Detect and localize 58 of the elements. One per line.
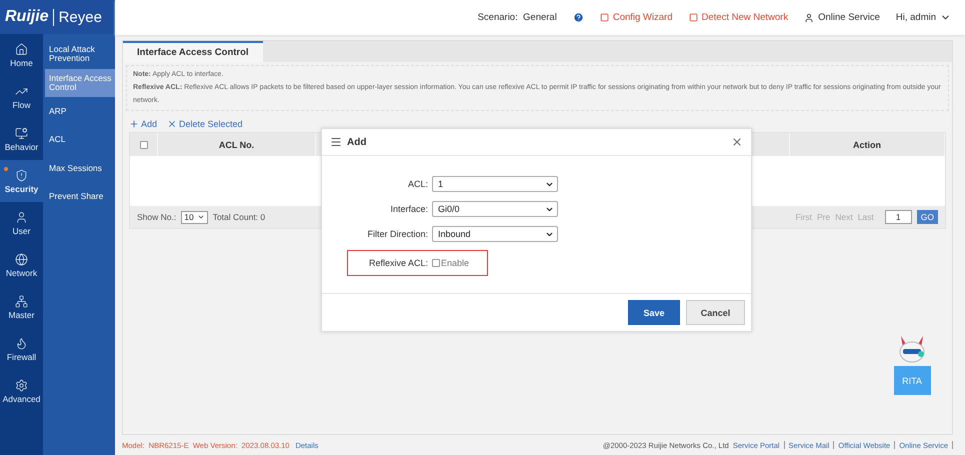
nav-item[interactable]: Network (0, 244, 43, 286)
close-icon (167, 119, 178, 129)
show-label: Show No.: (137, 212, 176, 222)
tab[interactable]: Interface Access Control (123, 41, 263, 62)
go-button[interactable]: GO (916, 210, 938, 224)
plus-icon (129, 119, 139, 129)
field-label: ACL: (406, 179, 428, 189)
detect-network-link[interactable]: Detect New Network (688, 12, 788, 23)
user-icon (804, 12, 814, 22)
submenu-item[interactable]: ARP (45, 97, 115, 126)
delete-selected-button[interactable]: Delete Selected (167, 119, 243, 129)
online-service-link[interactable]: Online Service (804, 12, 880, 23)
shield-alert-icon (15, 168, 28, 182)
submenu-item[interactable]: ACL (45, 126, 115, 154)
field-label: Interface: (389, 204, 428, 214)
submenu-item[interactable]: Prevent Share (45, 182, 115, 211)
menu-icon (330, 136, 342, 148)
enable-checkbox[interactable]: Enable (432, 258, 470, 268)
config-wizard-link[interactable]: Config Wizard (600, 12, 672, 23)
field-label: Reflexive ACL: (368, 258, 428, 268)
monitor-gear-icon (15, 126, 28, 140)
submenu-item[interactable]: Max Sessions (45, 154, 115, 182)
brand-logo: Ruijie (5, 8, 49, 26)
nav-item[interactable]: Advanced (0, 370, 43, 412)
scenario-text: Scenario: General (478, 12, 557, 23)
help-icon[interactable] (572, 12, 584, 23)
chevron-down-icon (196, 213, 205, 221)
page-input[interactable]: 1 (884, 210, 912, 224)
submenu-item[interactable]: Local Attack Prevention (45, 40, 115, 68)
select-all-checkbox[interactable] (140, 140, 148, 148)
nav-item[interactable]: User (0, 202, 43, 244)
nav-item[interactable]: Firewall (0, 328, 43, 370)
total-count: Total Count: 0 (212, 212, 266, 222)
home-icon (15, 42, 28, 56)
user-icon (15, 210, 28, 224)
select-field[interactable]: Gi0/0 (432, 201, 558, 217)
save-button[interactable]: Save (628, 300, 680, 325)
add-button[interactable]: Add (129, 119, 158, 129)
settings-icon (15, 378, 28, 392)
select-field[interactable]: Inbound (432, 226, 558, 242)
select-field[interactable]: 1 (432, 176, 558, 192)
field-label: Filter Direction: (366, 229, 428, 239)
hierarchy-icon (15, 294, 28, 308)
dialog-title: Add (347, 136, 368, 148)
nav-item[interactable]: Master (0, 286, 43, 328)
column-header: ACL No. (158, 133, 316, 156)
cancel-button[interactable]: Cancel (686, 300, 745, 325)
close-icon[interactable] (731, 136, 743, 148)
nav-item[interactable]: Security (0, 160, 43, 202)
globe-icon (15, 252, 28, 266)
nav-item[interactable]: Flow (0, 76, 43, 118)
page-size-select[interactable]: 10 (181, 210, 208, 224)
user-menu[interactable]: Hi, admin (896, 12, 951, 23)
nav-item[interactable]: Home (0, 34, 43, 76)
sub-brand-logo: Reyee (52, 8, 102, 26)
column-header: Action (790, 133, 945, 156)
flame-icon (15, 336, 28, 350)
nav-item[interactable]: Behavior (0, 118, 43, 160)
